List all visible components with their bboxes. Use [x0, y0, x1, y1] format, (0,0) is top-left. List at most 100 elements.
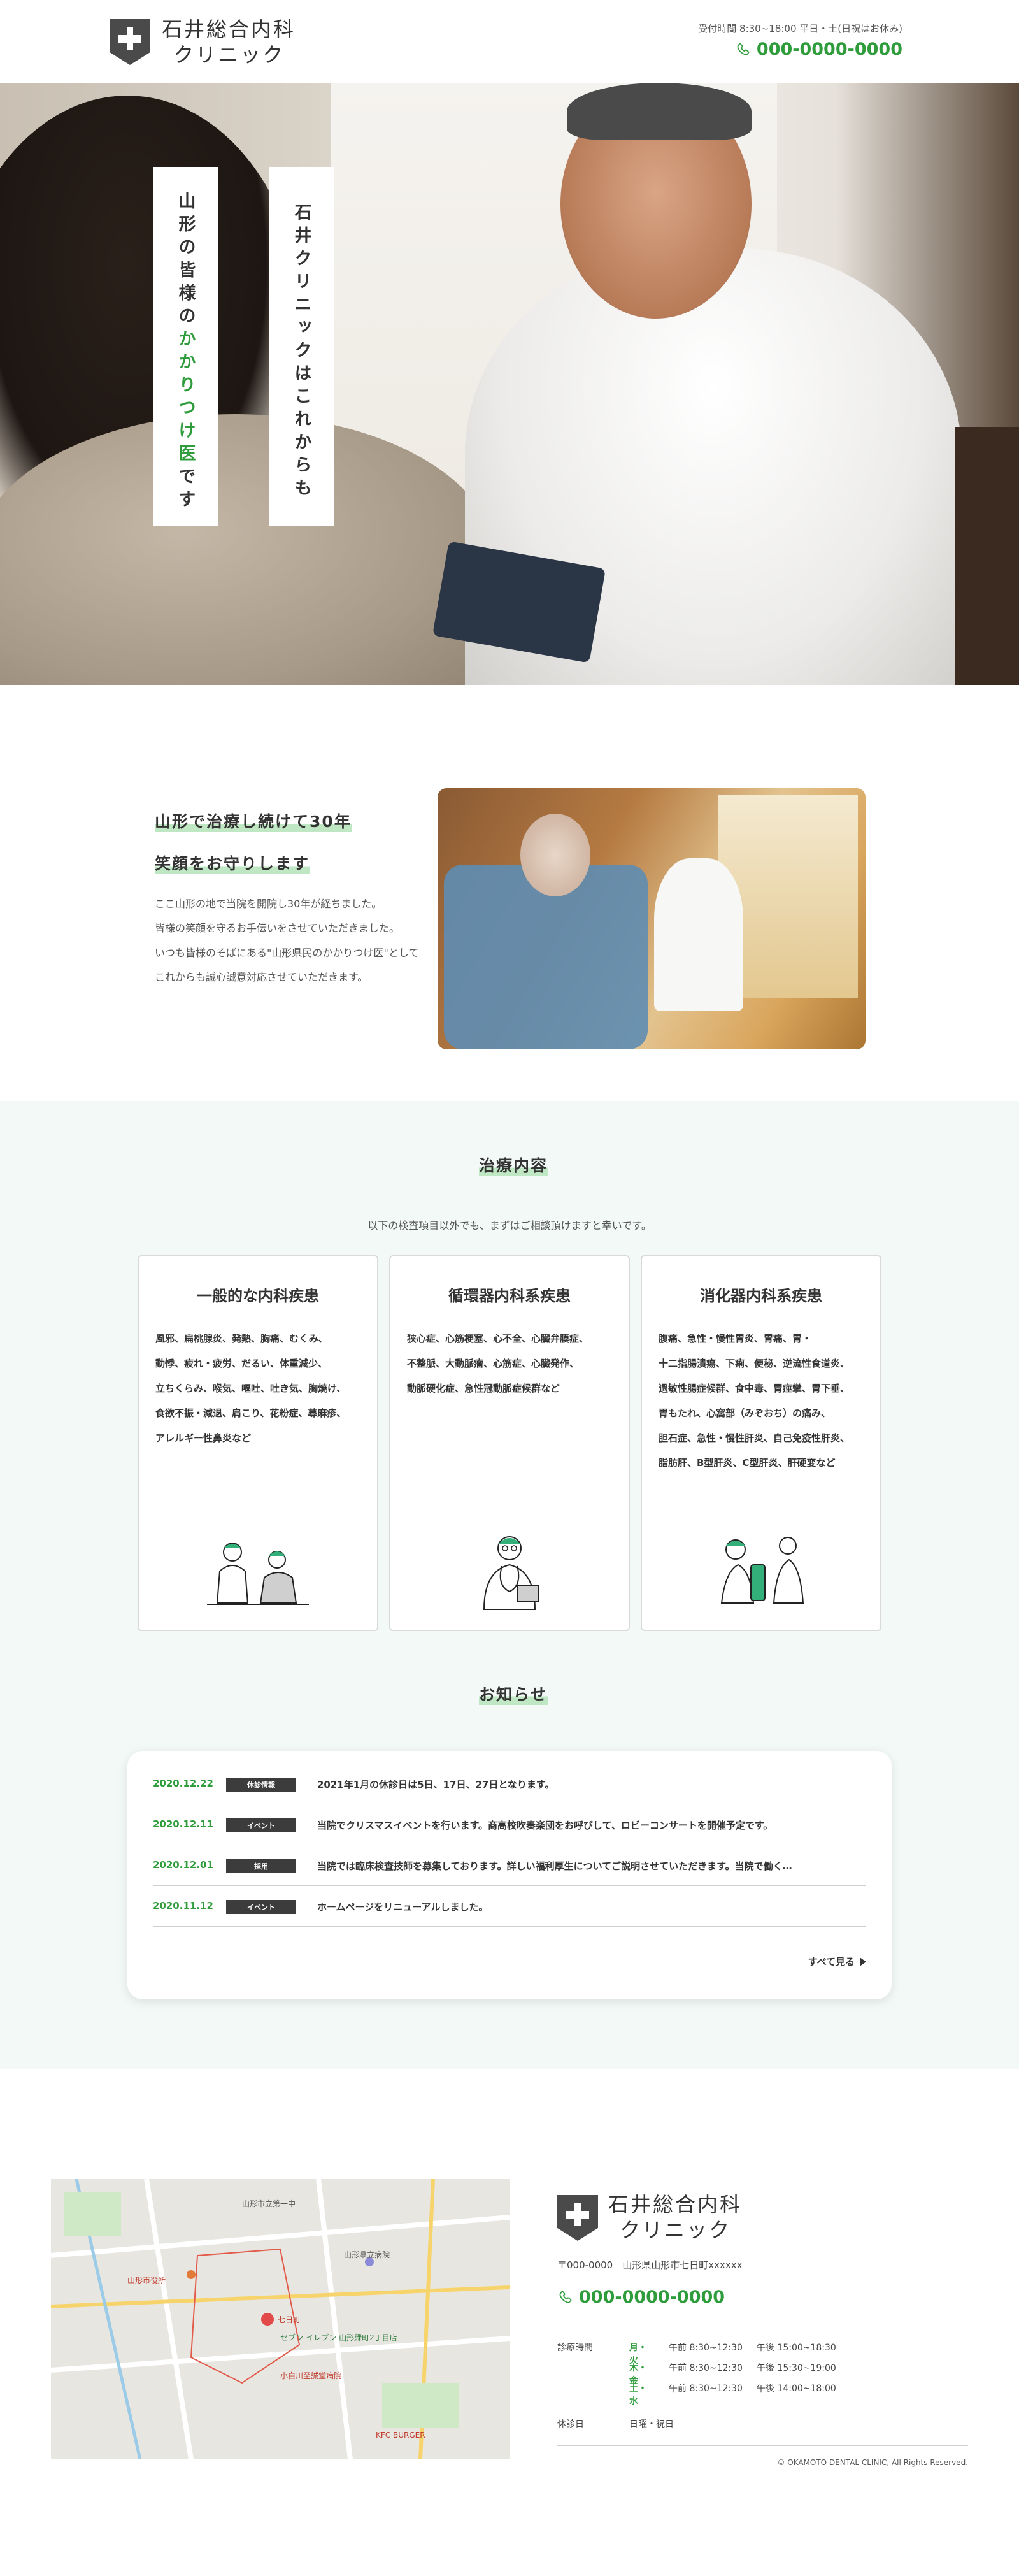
card-line: 腹痛、急性・慢性胃炎、胃痛、胃・	[659, 1333, 812, 1344]
news-date: 2020.12.11	[153, 1818, 213, 1830]
card-title: 一般的な内科疾患	[197, 1287, 319, 1305]
copyright: © OKAMOTO DENTAL CLINIC, All Rights Rese…	[777, 2458, 968, 2467]
news-text[interactable]: 当院では臨床検査技師を募集しております。詳しい福利厚生についてご説明させていただ…	[317, 1859, 865, 1873]
news-date: 2020.12.01	[153, 1859, 213, 1871]
news-category-badge: 採用	[226, 1859, 296, 1873]
news-text[interactable]: 2021年1月の休診日は5日、17日、27日となります。	[317, 1778, 865, 1791]
map-label: 山形県立病院	[344, 2250, 390, 2259]
reception-hours: 受付時間 8:30~18:00 平日・土(日祝はお休み)	[698, 23, 902, 34]
card-line: 十二指腸潰瘍、下痢、便秘、逆流性食道炎、	[659, 1358, 850, 1369]
phone-icon	[737, 43, 750, 55]
map-label: 小白川至誠堂病院	[280, 2371, 342, 2380]
header-phone-number: 000-0000-0000	[756, 40, 902, 59]
hero-copy-right-text: 石井クリニックはこれからも	[291, 203, 311, 501]
card-body: 風邪、扁桃腺炎、発熱、胸痛、むくみ、 動悸、疲れ・疲労、だるい、体重減少、 立ち…	[155, 1327, 363, 1451]
schedule-am: 午前 8:30~12:30	[669, 2384, 743, 2394]
map-label: 七日町	[278, 2315, 301, 2324]
hero-copy-left-prefix: 山形の皆様の	[175, 191, 196, 329]
news-category-badge: 休診情報	[226, 1778, 296, 1792]
card-line: 不整脈、大動脈瘤、心筋症、心臓発作、	[407, 1358, 580, 1369]
clinic-name[interactable]: 石井総合内科 クリニック	[162, 17, 296, 68]
card-line: アレルギー性鼻炎など	[155, 1432, 252, 1444]
card-line: 動悸、疲れ・疲労、だるい、体重減少、	[155, 1358, 328, 1369]
news-text[interactable]: 当院でクリスマスイベントを行います。商高校吹奏楽団をお呼びして、ロビーコンサート…	[317, 1818, 865, 1832]
card-line: 動脈硬化症、急性冠動脈症候群など	[407, 1383, 560, 1394]
treatment-lead: 以下の検査項目以外でも、まずはご相談頂けますと幸いです。	[367, 1220, 652, 1232]
card-line: 過敏性腸症候群、食中毒、胃痙攣、胃下垂、	[659, 1383, 850, 1394]
intro-title-line1: 山形で治療し続けて30年	[155, 809, 352, 832]
card-body: 狭心症、心筋梗塞、心不全、心臓弁膜症、 不整脈、大動脈瘤、心筋症、心臓発作、 動…	[407, 1327, 615, 1401]
site-header: 石井総合内科 クリニック 受付時間 8:30~18:00 平日・土(日祝はお休み…	[0, 0, 1019, 83]
card-line: 狭心症、心筋梗塞、心不全、心臓弁膜症、	[407, 1333, 589, 1344]
hero-copy-left: 山形の皆様のかかりつけ医です	[153, 167, 218, 526]
doctor-with-stethoscope-illustration-icon	[483, 1536, 539, 1610]
intro-paragraph-line: これからも誠心誠意対応させていただきます。	[155, 971, 368, 984]
hero-copy-left-accent: かかりつけ医	[175, 329, 196, 467]
photo-caregiver	[654, 858, 743, 1011]
access-map[interactable]: 山形市立第一中 七日町 山形市役所 小白川至誠堂病院 セブン-イレブン 山形緑町…	[51, 2179, 510, 2459]
schedule-days: 土・水	[629, 2384, 647, 2407]
hero-section: 石井クリニックはこれからも 山形の皆様のかかりつけ医です	[0, 83, 1019, 685]
card-line: 立ちくらみ、喉気、嘔吐、吐き気、胸焼け、	[155, 1383, 346, 1394]
treatment-card-cardiovascular[interactable]: 循環器内科系疾患 狭心症、心筋梗塞、心不全、心臓弁膜症、 不整脈、大動脈瘤、心筋…	[389, 1255, 630, 1631]
footer-phone-number: 000-0000-0000	[579, 2287, 725, 2307]
clinic-name-line2: クリニック	[173, 43, 285, 67]
card-line: 脂肪肝、B型肝炎、C型肝炎、肝硬変など	[659, 1457, 836, 1469]
card-line: 風邪、扁桃腺炎、発熱、胸痛、むくみ、	[155, 1333, 328, 1344]
map-label: KFC BURGER	[376, 2431, 425, 2440]
schedule-row: 土・水 午前 8:30~12:30 午後 14:00~18:00	[629, 2382, 836, 2407]
holiday-label: 休診日	[557, 2419, 584, 2429]
footer-clinic-name-line2: クリニック	[620, 2218, 732, 2242]
map-label: セブン-イレブン 山形緑町2丁目店	[280, 2333, 397, 2342]
news-item[interactable]: 2020.12.01 採用 当院では臨床検査技師を募集しております。詳しい福利厚…	[153, 1845, 866, 1886]
nursing-care-photo	[438, 788, 866, 1049]
map-label: 山形市役所	[127, 2276, 166, 2285]
photo-elderly-person	[520, 814, 590, 896]
card-line: 食欲不振・減退、肩こり、花粉症、蕁麻疹、	[155, 1407, 346, 1419]
footer-address: 〒000-0000 山形県山形市七日町xxxxxx	[557, 2259, 743, 2271]
footer-clinic-name-line1: 石井総合内科	[608, 2192, 743, 2217]
treatment-card-digestive[interactable]: 消化器内科系疾患 腹痛、急性・慢性胃炎、胃痛、胃・ 十二指腸潰瘍、下痢、便秘、逆…	[641, 1255, 881, 1631]
news-title: お知らせ	[479, 1682, 548, 1705]
news-item[interactable]: 2020.12.11 イベント 当院でクリスマスイベントを行います。商高校吹奏楽…	[153, 1804, 866, 1845]
header-phone[interactable]: 000-0000-0000	[735, 40, 902, 59]
clinic-name-line1: 石井総合内科	[162, 17, 296, 41]
news-text[interactable]: ホームページをリニューアルしました。	[317, 1900, 865, 1913]
card-title: 消化器内科系疾患	[700, 1287, 822, 1305]
doctor-and-patient-illustration-icon	[207, 1543, 309, 1605]
news-category-badge: イベント	[226, 1818, 296, 1832]
news-date: 2020.12.22	[153, 1778, 213, 1789]
footer-phone[interactable]: 000-0000-0000	[557, 2287, 725, 2307]
schedule-pm: 午後 14:00~18:00	[756, 2384, 836, 2394]
news-item[interactable]: 2020.11.12 イベント ホームページをリニューアルしました。	[153, 1886, 866, 1927]
doctor-hair	[567, 83, 752, 140]
news-more-link[interactable]: すべて見る	[808, 1955, 866, 1968]
blood-pressure-check-illustration-icon	[720, 1537, 804, 1604]
arrow-right-icon	[860, 1957, 866, 1966]
card-body: 腹痛、急性・慢性胃炎、胃痛、胃・ 十二指腸潰瘍、下痢、便秘、逆流性食道炎、 過敏…	[659, 1327, 866, 1476]
footer-clinic-name: 石井総合内科 クリニック	[608, 2192, 742, 2243]
schedule-label: 診療時間	[557, 2343, 593, 2353]
intro-paragraph: ここ山形の地で当院を開院し30年が経ちました。 皆様の笑顔を守るお手伝いをさせて…	[155, 892, 418, 990]
footer-divider	[557, 2445, 968, 2446]
intro-paragraph-line: いつも皆様のそばにある"山形県民のかかりつけ医"として	[155, 946, 419, 959]
news-item[interactable]: 2020.12.22 休診情報 2021年1月の休診日は5日、17日、27日とな…	[153, 1764, 866, 1804]
treatment-title: 治療内容	[479, 1153, 548, 1176]
news-date: 2020.11.12	[153, 1900, 213, 1911]
intro-paragraph-line: ここ山形の地で当院を開院し30年が経ちました。	[155, 898, 382, 910]
news-more-label: すべて見る	[808, 1956, 855, 1968]
map-label: 山形市立第一中	[242, 2199, 296, 2208]
holiday-value: 日曜・祝日	[629, 2419, 674, 2429]
intro-title-line2: 笑顔をお守りします	[155, 851, 310, 874]
phone-icon	[559, 2291, 572, 2303]
hero-copy-left-suffix: です	[175, 466, 196, 513]
clinic-cross-logo-icon[interactable]	[110, 19, 150, 65]
card-line: 胆石症、急性・慢性肝炎、自己免疫性肝炎、	[659, 1432, 850, 1444]
holiday-row: 日曜・祝日	[629, 2417, 674, 2430]
card-line: 胃もたれ、心窩部（みぞおち）の痛み、	[659, 1407, 831, 1419]
intro-paragraph-line: 皆様の笑顔を守るお手伝いをさせていただきました。	[155, 922, 400, 935]
footer-cross-logo-icon[interactable]	[557, 2195, 598, 2241]
treatment-card-general[interactable]: 一般的な内科疾患 風邪、扁桃腺炎、発熱、胸痛、むくみ、 動悸、疲れ・疲労、だるい…	[138, 1255, 378, 1631]
news-list: 2020.12.22 休診情報 2021年1月の休診日は5日、17日、27日とな…	[127, 1751, 892, 1999]
hero-copy-right: 石井クリニックはこれからも	[269, 167, 334, 526]
